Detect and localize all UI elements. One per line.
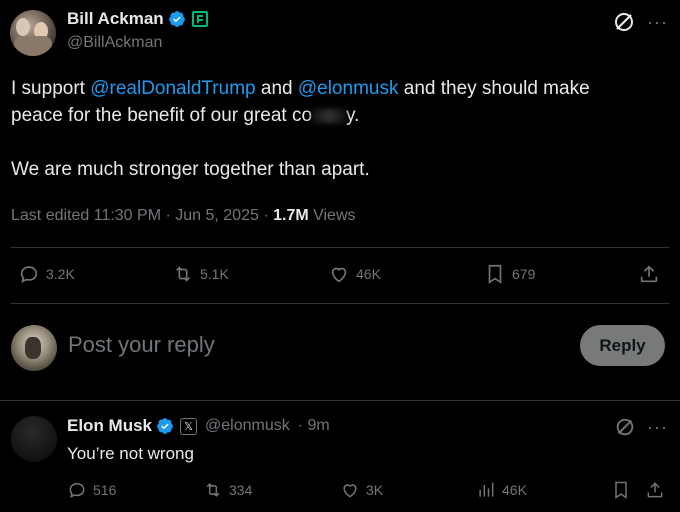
tweet-text-suffix: and they should make (398, 78, 590, 99)
reply-composer-input[interactable] (68, 330, 548, 360)
share-action-button[interactable] (638, 263, 660, 285)
bookmark-action-button[interactable] (611, 480, 631, 500)
tweet-text-prefix: I support (11, 78, 91, 99)
divider (11, 247, 669, 248)
like-count: 46K (356, 266, 381, 282)
repost-action-button[interactable]: 334 (203, 480, 252, 500)
mention-realdonaldtrump[interactable]: @realDonaldTrump (90, 78, 255, 99)
censored-blur (312, 108, 347, 123)
elon-musk-avatar[interactable] (11, 416, 57, 462)
like-count: 3K (366, 482, 384, 498)
tweet-text-line2-end: y. (346, 105, 360, 126)
reply-icon (20, 266, 38, 283)
like-action-button[interactable]: 46K (328, 263, 381, 285)
repost-action-button[interactable]: 5.1K (172, 263, 229, 285)
grok-icon[interactable] (614, 416, 636, 438)
grok-icon[interactable] (612, 10, 636, 34)
divider (0, 400, 680, 401)
bill-ackman-avatar[interactable] (10, 10, 56, 56)
reply-icon (69, 482, 85, 499)
repost-count: 5.1K (200, 266, 229, 282)
x-affiliate-badge-icon: 𝕏 (180, 417, 198, 435)
views-count: 46K (502, 482, 527, 498)
reply-action-button[interactable]: 3.2K (18, 263, 75, 285)
heart-icon (343, 484, 357, 498)
analytics-icon (479, 482, 494, 497)
share-icon (647, 482, 663, 498)
reply-author-name[interactable]: Elon Musk (67, 416, 152, 436)
divider (11, 303, 669, 304)
author-handle[interactable]: @BillAckman (67, 34, 162, 52)
more-options-icon[interactable]: ··· (647, 417, 668, 438)
views-count: 1.7M (273, 207, 309, 224)
reply-author-handle[interactable]: @elonmusk (205, 417, 290, 435)
tweet-text-line3: We are much stronger together than apart… (11, 159, 370, 180)
reply-count: 3.2K (46, 266, 75, 282)
like-action-button[interactable]: 3K (340, 480, 383, 500)
verified-badge-icon (168, 11, 185, 27)
reply-button[interactable]: Reply (580, 325, 665, 366)
repost-count: 334 (229, 482, 253, 498)
edited-timestamp[interactable]: Last edited 11:30 PM · Jun 5, 2025 · (11, 207, 273, 224)
reply-action-button[interactable]: 516 (67, 480, 116, 500)
reply-text: You’re not wrong (67, 444, 194, 463)
share-action-button[interactable] (645, 480, 665, 500)
share-icon (640, 265, 658, 283)
verified-badge-icon (157, 418, 173, 434)
more-options-icon[interactable]: ··· (647, 12, 668, 33)
tweet-text-line2: peace for the benefit of our great co (11, 105, 313, 126)
bookmark-icon (615, 481, 627, 499)
views-label: Views (308, 207, 356, 224)
heart-icon (331, 267, 347, 283)
repost-icon (206, 483, 220, 497)
views-action-button[interactable]: 46K (476, 480, 527, 500)
reply-time[interactable]: · 9m (298, 417, 330, 435)
mention-elonmusk[interactable]: @elonmusk (298, 78, 399, 99)
bookmark-icon (488, 264, 502, 284)
author-name[interactable]: Bill Ackman (67, 9, 164, 29)
repost-icon (175, 266, 191, 282)
tweet-text-mid: and (255, 78, 298, 99)
current-user-avatar[interactable] (11, 325, 57, 371)
reply-count: 516 (93, 482, 117, 498)
bookmark-count: 679 (512, 266, 536, 282)
bookmark-action-button[interactable]: 679 (484, 263, 535, 285)
affiliate-badge-icon (191, 11, 208, 27)
